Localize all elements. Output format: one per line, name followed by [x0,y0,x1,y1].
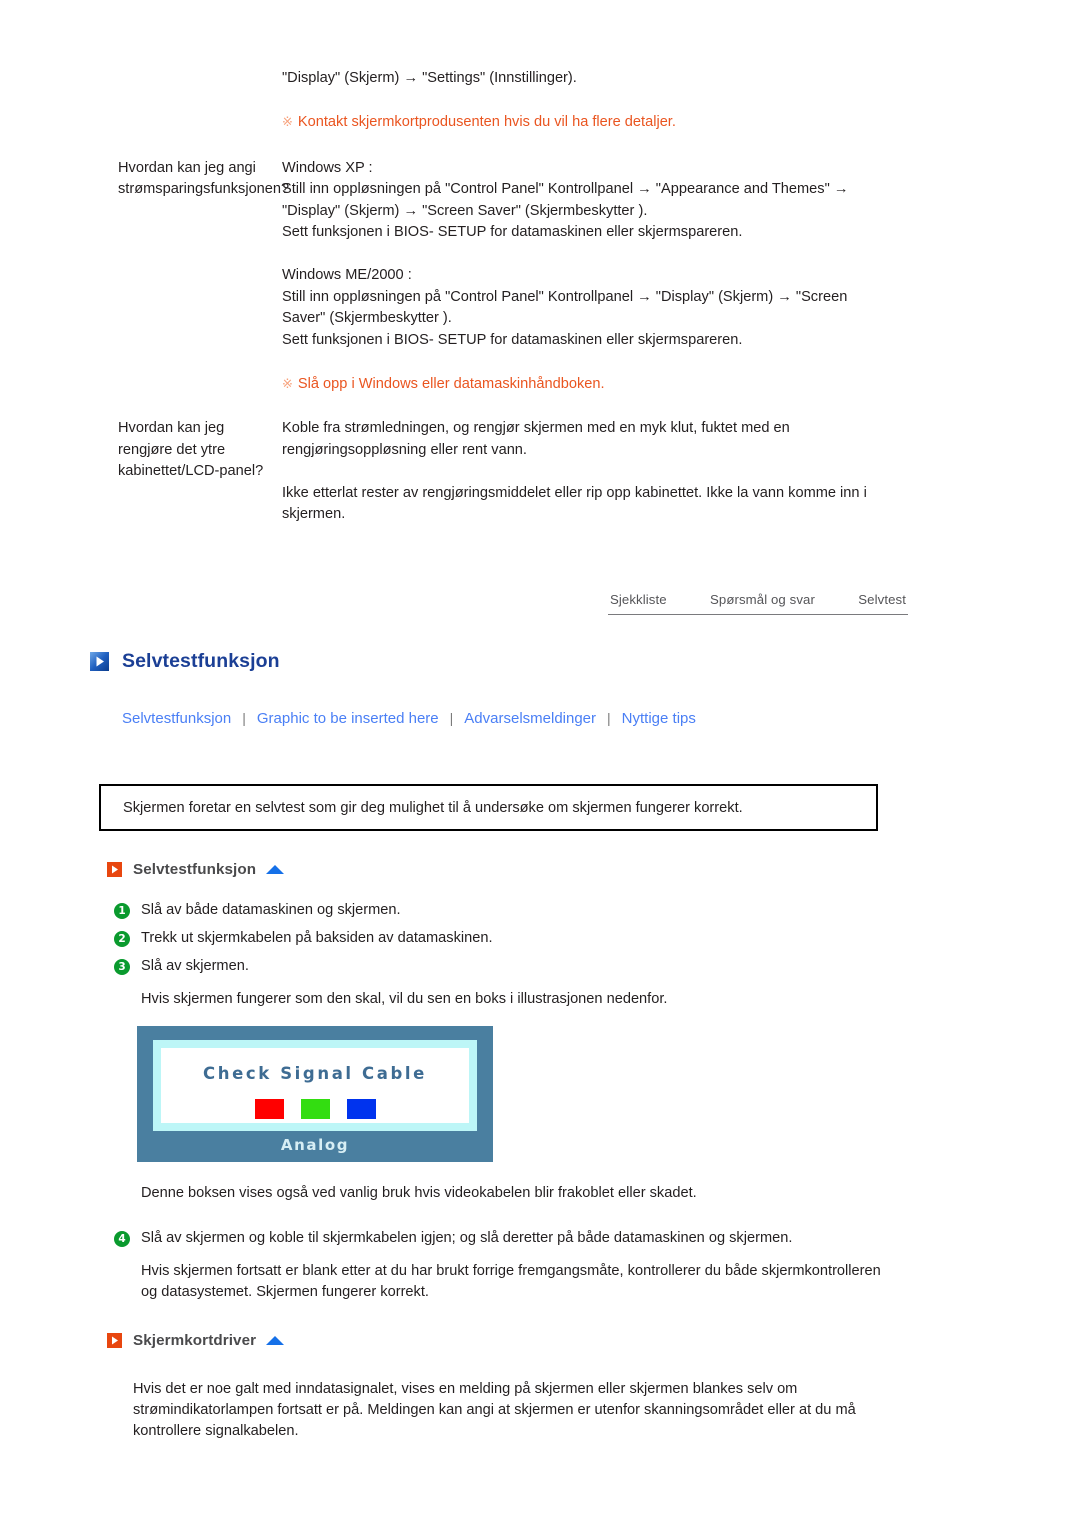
faq-answer-line: Sett funksjonen i BIOS- SETUP for datama… [282,331,743,348]
osd-title: Check Signal Cable [203,1064,427,1083]
final-text: Hvis skjermen fortsatt er blank etter at… [141,1263,881,1300]
triangle-up-icon[interactable] [266,864,285,874]
faq-answer-line: Windows ME/2000 : [282,267,412,283]
breadcrumb-separator: | [242,710,246,726]
document-page: "Display" (Skjerm) → "Settings" (Innstil… [0,0,1080,1528]
note-mark-icon: ※ [282,375,293,391]
list-item: 3 Slå av skjermen. [114,956,874,977]
tab-sjekkliste[interactable]: Sjekkliste [610,592,667,607]
step-number: 4 [114,1231,130,1247]
osd-color-swatches [161,1099,469,1119]
faq-answer-line: Ikke etterlat rester av rengjøringsmidde… [282,484,867,523]
osd-caption: Denne boksen vises også ved vanlig bruk … [141,1185,697,1201]
step-number: 3 [114,959,130,975]
list-item: 1 Slå av både datamaskinen og skjermen. [114,900,874,921]
faq-question: Hvordan kan jeg angi strømsparingsfunksj… [118,159,290,198]
play-square-icon [107,862,122,877]
breadcrumb-separator: | [449,710,454,726]
subsection-title: Selvtestfunksjon [133,861,257,878]
blue-swatch [346,1099,376,1119]
subsection-title: Skjermkortdriver [133,1332,257,1349]
list-item: 2 Trekk ut skjermkabelen på baksiden av … [114,928,874,949]
page-title: Selvtestfunksjon [90,650,280,673]
driver-section-body: Hvis det er noe galt med inndatasignalet… [133,1381,856,1439]
tab-selvtest[interactable]: Selvtest [858,592,906,607]
step-number: 2 [114,931,130,947]
steps-list-continued: 4 Slå av skjermen og koble til skjermkab… [114,1228,881,1303]
osd-screen: Check Signal Cable [153,1040,477,1131]
breadcrumb-link-advarselsmeldinger[interactable]: Advarselsmeldinger [464,710,596,727]
faq-continuation-row: "Display" (Skjerm) → "Settings" (Innstil… [0,68,1080,134]
steps-list: 1 Slå av både datamaskinen og skjermen. … [114,900,874,1010]
faq-answer-continuation: "Display" (Skjerm) → "Settings" (Innstil… [282,68,1080,134]
faq-answer-line: Koble fra strømledningen, og rengjør skj… [282,420,790,458]
tabbar-row: Sjekkliste Spørsmål og svar Selvtest [608,592,908,614]
faq-answer-note: ※ Slå opp i Windows eller datamaskinhåndb… [282,373,880,396]
breadcrumb-separator: | [607,710,611,726]
faq-section: "Display" (Skjerm) → "Settings" (Innstil… [0,0,1080,526]
step-text: Slå av skjermen. [141,958,249,974]
page-title-text: Selvtestfunksjon [122,650,280,672]
breadcrumb-link-selvtestfunksjon[interactable]: Selvtestfunksjon [122,710,231,727]
faq-intro-line: "Display" (Skjerm) → "Settings" (Innstil… [282,70,577,86]
faq-answer-line: Still inn oppløsningen på "Control Panel… [282,181,849,219]
faq-answer: Windows XP : Still inn oppløsningen på "… [282,158,1080,396]
triangle-up-icon[interactable] [266,1335,285,1345]
note-mark-icon: ※ [282,114,293,129]
callout-text: Skjermen foretar en selvtest som gir deg… [123,799,743,816]
play-square-icon [107,1333,122,1348]
section-tabbar: Sjekkliste Spørsmål og svar Selvtest [608,592,908,615]
list-item: 4 Slå av skjermen og koble til skjermkab… [114,1228,874,1249]
breadcrumb: Selvtestfunksjon | Graphic to be inserte… [122,710,696,727]
faq-intro-note: ※ Kontakt skjermkortprodusenten hvis du v… [282,111,880,134]
breadcrumb-link-graphic[interactable]: Graphic to be inserted here [257,710,439,727]
green-swatch [300,1099,330,1119]
faq-intro-note-text: Kontakt skjermkortprodusenten hvis du vi… [297,114,676,130]
faq-answer-line: Windows XP : [282,159,373,176]
play-square-icon [90,652,109,671]
faq-row: Hvordan kan jeg angi strømsparingsfunksj… [0,158,1080,396]
osd-input-label: Analog [280,1136,350,1154]
breadcrumb-link-nyttige-tips[interactable]: Nyttige tips [622,710,696,727]
subsection-header-skjermkortdriver: Skjermkortdriver [107,1332,285,1349]
tab-sporsmal-og-svar[interactable]: Spørsmål og svar [710,592,815,607]
step-text: Trekk ut skjermkabelen på baksiden av da… [141,930,493,946]
after-steps-text: Hvis skjermen fungerer som den skal, vil… [141,991,668,1007]
tabbar-divider [608,614,908,615]
step-number: 1 [114,903,130,919]
callout-box: Skjermen foretar en selvtest som gir deg… [99,784,878,831]
red-swatch [254,1099,284,1119]
faq-answer-line: Still inn oppløsningen på "Control Panel… [282,288,848,327]
faq-answer-note-text: Slå opp i Windows eller datamaskinhåndbo… [297,375,605,392]
faq-answer: Koble fra strømledningen, og rengjør skj… [282,418,1080,526]
faq-question: Hvordan kan jeg rengjøre det ytre kabine… [118,420,264,479]
step-text: Slå av skjermen og koble til skjermkabel… [141,1230,793,1246]
step-text: Slå av både datamaskinen og skjermen. [141,902,401,918]
faq-row: Hvordan kan jeg rengjøre det ytre kabine… [0,418,1080,526]
faq-answer-line: Sett funksjonen i BIOS- SETUP for datama… [282,224,743,240]
subsection-header-selvtestfunksjon: Selvtestfunksjon [107,861,285,878]
self-test-osd-graphic: Check Signal Cable Analog [137,1026,493,1162]
